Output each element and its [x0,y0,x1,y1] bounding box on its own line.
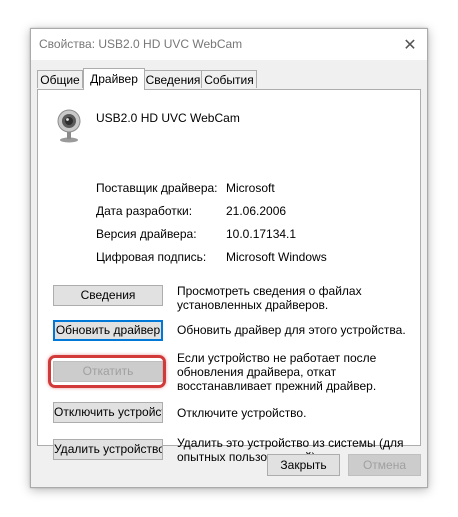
signature-label: Цифровая подпись: [96,250,207,264]
properties-dialog: Свойства: USB2.0 HD UVC WebCam ✕ Общие Д… [30,28,428,488]
rollback-driver-button[interactable]: Откатить [53,361,163,382]
rollback-driver-description: Если устройство не работает после обновл… [177,351,412,393]
disable-device-description: Отключите устройство. [177,406,412,420]
close-button[interactable]: ✕ [393,29,427,60]
cancel-button[interactable]: Отмена [348,454,421,476]
date-value: 21.06.2006 [226,204,287,218]
provider-value: Microsoft [226,181,275,195]
version-value: 10.0.17134.1 [226,227,297,241]
uninstall-device-button[interactable]: Удалить устройство [53,439,163,460]
tab-events[interactable]: События [201,70,257,88]
title-bar: Свойства: USB2.0 HD UVC WebCam ✕ [31,29,427,60]
tab-details[interactable]: Сведения [144,70,202,88]
close-dialog-button[interactable]: Закрыть [267,454,340,476]
version-label: Версия драйвера: [96,227,197,241]
webcam-icon [57,109,81,143]
desc-line: Просмотреть сведения о файлах [177,284,362,298]
signature-value: Microsoft Windows [226,250,327,264]
desc-line: Обновить драйвер для этого устройства. [177,323,406,337]
desc-line: обновления драйвера, откат [177,365,337,379]
driver-panel: USB2.0 HD UVC WebCam Поставщик драйвера:… [37,89,421,464]
window-title: Свойства: USB2.0 HD UVC WebCam [39,37,243,51]
desc-line: Если устройство не работает после [177,351,377,365]
device-name: USB2.0 HD UVC WebCam [96,111,240,125]
desc-line: Удалить это устройство из системы (для [177,436,404,450]
desc-line: Отключите устройство. [177,406,307,420]
tab-driver[interactable]: Драйвер [83,68,145,90]
driver-details-button[interactable]: Сведения [53,285,163,306]
disable-device-button[interactable]: Отключить устройство [53,402,163,423]
update-driver-description: Обновить драйвер для этого устройства. [177,323,412,337]
date-label: Дата разработки: [96,204,193,218]
desc-line: восстанавливает прежний драйвер. [177,379,377,393]
desc-line: установленных драйверов. [177,298,329,312]
tab-general[interactable]: Общие [37,70,83,88]
update-driver-button[interactable]: Обновить драйвер [53,320,163,341]
provider-label: Поставщик драйвера: [96,181,218,195]
driver-details-description: Просмотреть сведения о файлах установлен… [177,284,412,312]
close-icon: ✕ [403,36,417,54]
